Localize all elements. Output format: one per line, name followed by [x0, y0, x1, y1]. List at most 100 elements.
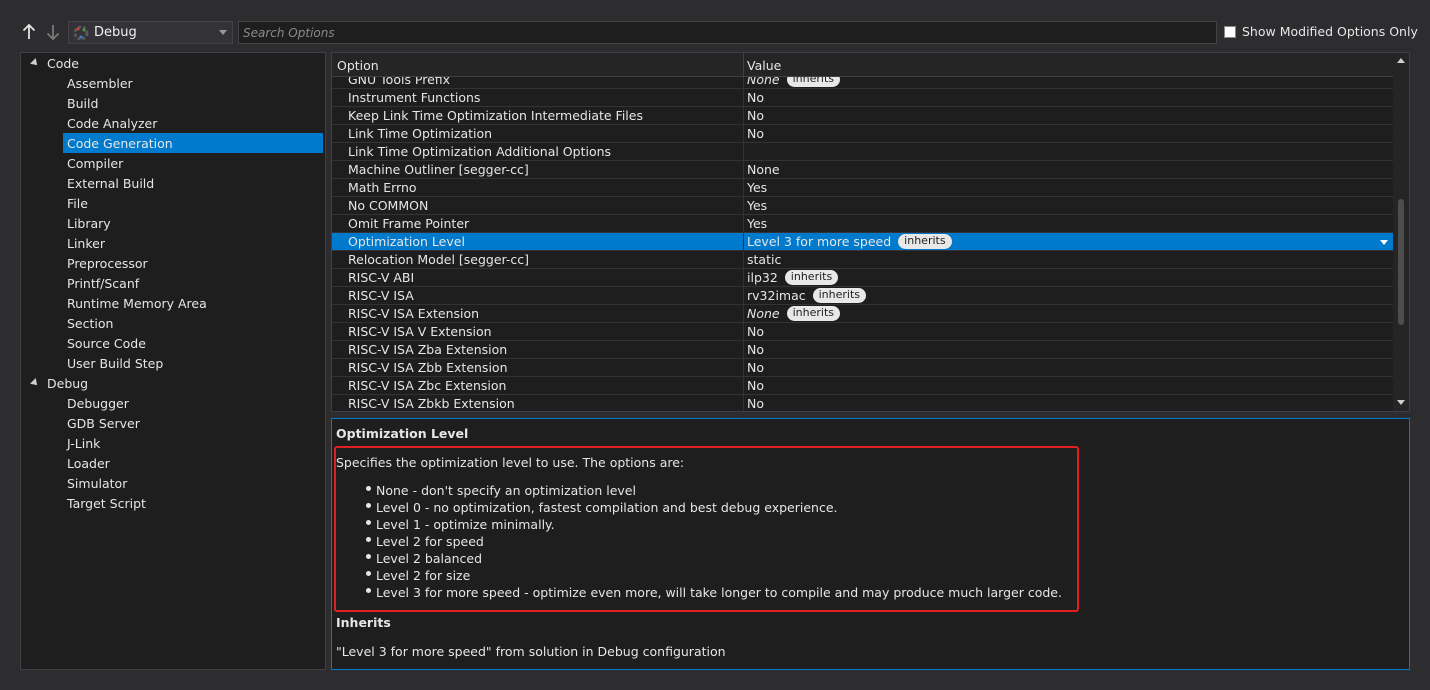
scroll-up-icon[interactable] — [1397, 58, 1405, 63]
option-row-risc-v-isa-zbc-extension[interactable]: RISC-V ISA Zbc Extension No — [332, 377, 1394, 395]
column-header-option[interactable]: Option — [337, 58, 379, 73]
option-value[interactable]: static — [747, 252, 781, 267]
tree-item-compiler[interactable]: Compiler — [21, 153, 325, 173]
option-row-omit-frame-pointer[interactable]: Omit Frame Pointer Yes — [332, 215, 1394, 233]
option-row-math-errno[interactable]: Math Errno Yes — [332, 179, 1394, 197]
option-value[interactable]: No — [747, 324, 764, 339]
tree-item-section[interactable]: Section — [21, 313, 325, 333]
search-options-input[interactable] — [238, 21, 1217, 44]
option-row-no-common[interactable]: No COMMON Yes — [332, 197, 1394, 215]
option-value[interactable]: rv32imac inherits — [747, 288, 867, 303]
option-row-keep-link-time-optimization-intermediate-files[interactable]: Keep Link Time Optimization Intermediate… — [332, 107, 1394, 125]
option-row-risc-v-isa-zba-extension[interactable]: RISC-V ISA Zba Extension No — [332, 341, 1394, 359]
tree-item-runtime-memory-area[interactable]: Runtime Memory Area — [21, 293, 325, 313]
option-value-text: No — [747, 108, 764, 123]
option-name: RISC-V ABI — [348, 270, 415, 285]
option-value[interactable]: No — [747, 360, 764, 375]
show-modified-checkbox[interactable] — [1224, 25, 1236, 38]
tree-item-target-script[interactable]: Target Script — [21, 493, 325, 513]
inherits-badge: inherits — [786, 306, 841, 321]
column-header-value[interactable]: Value — [747, 58, 781, 73]
option-row-optimization-level[interactable]: Optimization Level Level 3 for more speed… — [332, 233, 1394, 251]
option-value[interactable]: No — [747, 90, 764, 105]
scrollbar-thumb[interactable] — [1398, 199, 1404, 325]
tree-group-debug[interactable]: Debug — [21, 373, 325, 393]
description-option-item: Level 1 - optimize minimally. — [366, 517, 1062, 534]
option-row-risc-v-isa[interactable]: RISC-V ISA rv32imac inherits — [332, 287, 1394, 305]
column-separator[interactable] — [743, 53, 744, 77]
option-value-text: Level 3 for more speed — [747, 234, 892, 249]
option-row-relocation-model-segger-cc[interactable]: Relocation Model [segger-cc] static — [332, 251, 1394, 269]
tree-group-code[interactable]: Code — [21, 53, 325, 73]
option-row-gnu-tools-prefix[interactable]: GNU Tools Prefix None inherits — [332, 77, 1394, 89]
tree-item-label: Section — [67, 315, 114, 331]
option-value[interactable]: ilp32 inherits — [747, 270, 839, 285]
cell-separator — [743, 395, 744, 411]
tree-item-label: Linker — [67, 235, 105, 251]
option-value[interactable]: No — [747, 126, 764, 141]
option-name: Math Errno — [348, 180, 417, 195]
option-value[interactable]: None inherits — [747, 306, 841, 321]
tree-item-source-code[interactable]: Source Code — [21, 333, 325, 353]
configuration-label: Debug — [94, 25, 137, 40]
move-down-button[interactable] — [43, 21, 63, 43]
option-value[interactable]: No — [747, 108, 764, 123]
grid-header: Option Value — [332, 53, 1394, 77]
expand-triangle-icon[interactable] — [30, 58, 40, 68]
expand-triangle-icon[interactable] — [30, 378, 40, 388]
option-value[interactable]: Yes — [747, 180, 767, 195]
option-value-text: ilp32 — [747, 270, 778, 285]
tree-item-simulator[interactable]: Simulator — [21, 473, 325, 493]
option-name: Optimization Level — [348, 234, 465, 249]
option-row-risc-v-isa-extension[interactable]: RISC-V ISA Extension None inherits — [332, 305, 1394, 323]
option-row-risc-v-isa-v-extension[interactable]: RISC-V ISA V Extension No — [332, 323, 1394, 341]
option-row-link-time-optimization-additional-options[interactable]: Link Time Optimization Additional Option… — [332, 143, 1394, 161]
option-row-risc-v-isa-zbkb-extension[interactable]: RISC-V ISA Zbkb Extension No — [332, 395, 1394, 411]
show-modified-toggle[interactable]: Show Modified Options Only — [1224, 24, 1418, 39]
option-value-text: Yes — [747, 216, 768, 231]
option-value[interactable]: Yes — [747, 198, 767, 213]
scroll-down-icon[interactable] — [1397, 400, 1405, 405]
tree-item-library[interactable]: Library — [21, 213, 325, 233]
tree-item-file[interactable]: File — [21, 193, 325, 213]
option-value[interactable]: No — [747, 378, 764, 393]
option-value[interactable]: None inherits — [747, 77, 841, 87]
option-row-risc-v-isa-zbb-extension[interactable]: RISC-V ISA Zbb Extension No — [332, 359, 1394, 377]
tree-item-linker[interactable]: Linker — [21, 233, 325, 253]
option-value[interactable]: Yes — [747, 216, 767, 231]
tree-item-user-build-step[interactable]: User Build Step — [21, 353, 325, 373]
vertical-scrollbar[interactable] — [1393, 53, 1409, 411]
option-value[interactable]: No — [747, 342, 764, 357]
tree-item-label: User Build Step — [67, 355, 164, 371]
option-row-instrument-functions[interactable]: Instrument Functions No — [332, 89, 1394, 107]
cell-separator — [743, 179, 744, 197]
option-value[interactable]: No — [747, 396, 764, 411]
tree-item-build[interactable]: Build — [21, 93, 325, 113]
show-modified-label: Show Modified Options Only — [1242, 24, 1418, 39]
tree-item-code-generation[interactable]: Code Generation — [21, 133, 325, 153]
tree-item-printf-scanf[interactable]: Printf/Scanf — [21, 273, 325, 293]
option-name: RISC-V ISA Zbkb Extension — [348, 396, 515, 411]
configuration-select[interactable]: Debug — [68, 21, 233, 44]
move-up-button[interactable] — [19, 21, 39, 43]
tree-item-gdb-server[interactable]: GDB Server — [21, 413, 325, 433]
tree-item-debugger[interactable]: Debugger — [21, 393, 325, 413]
tree-item-preprocessor[interactable]: Preprocessor — [21, 253, 325, 273]
configuration-icon — [73, 25, 89, 40]
description-option-text: Level 2 for speed — [376, 534, 484, 549]
tree-item-label: Code Analyzer — [67, 115, 158, 131]
option-row-machine-outliner-segger-cc[interactable]: Machine Outliner [segger-cc] None — [332, 161, 1394, 179]
inherits-badge: inherits — [784, 270, 839, 285]
description-option-list: None - don't specify an optimization lev… — [366, 483, 1062, 602]
option-value[interactable]: Level 3 for more speed inherits — [747, 234, 952, 249]
tree-item-loader[interactable]: Loader — [21, 453, 325, 473]
tree-item-code-analyzer[interactable]: Code Analyzer — [21, 113, 325, 133]
option-row-link-time-optimization[interactable]: Link Time Optimization No — [332, 125, 1394, 143]
option-value[interactable]: None — [747, 162, 780, 177]
option-row-risc-v-abi[interactable]: RISC-V ABI ilp32 inherits — [332, 269, 1394, 287]
value-dropdown-icon[interactable] — [1380, 240, 1388, 245]
tree-group-label: Debug — [47, 375, 89, 391]
tree-item-external-build[interactable]: External Build — [21, 173, 325, 193]
tree-item-assembler[interactable]: Assembler — [21, 73, 325, 93]
tree-item-j-link[interactable]: J-Link — [21, 433, 325, 453]
